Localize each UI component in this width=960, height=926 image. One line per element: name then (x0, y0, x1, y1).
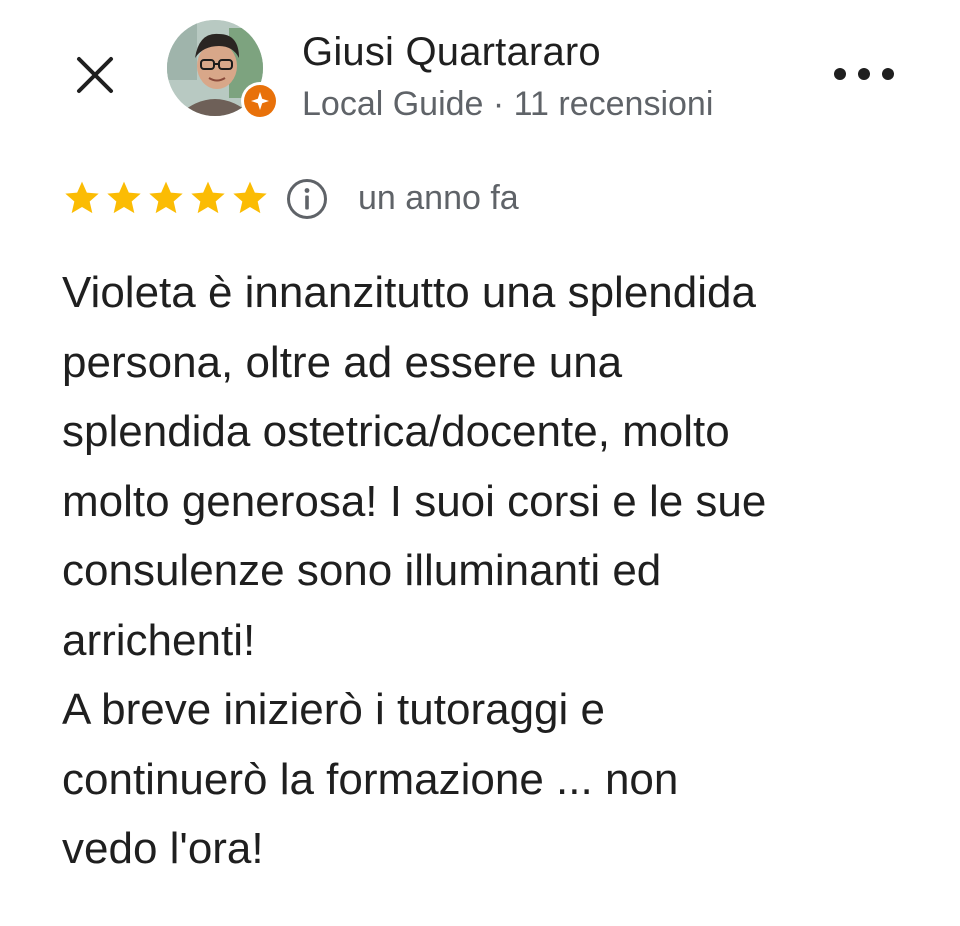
local-guide-badge (241, 82, 279, 120)
review-text-line: A breve inizierò i tutoraggi e (62, 685, 605, 734)
star-icon (149, 181, 183, 214)
close-icon (77, 57, 113, 93)
more-horiz-icon (834, 68, 846, 80)
review-text: Violeta è innanzitutto una splendida per… (62, 258, 932, 884)
review-text-line: consulenze sono illuminanti ed (62, 546, 662, 595)
review-text-line: vedo l'ora! (62, 824, 264, 873)
review-detail-page: Giusi Quartararo Local Guide · 11 recens… (0, 0, 960, 926)
review-text-line: molto generosa! I suoi corsi e le sue (62, 476, 767, 526)
author-avatar-container[interactable] (167, 20, 279, 120)
star-icon (191, 181, 225, 214)
review-text-line: continuerò la formazione ... non (62, 754, 679, 804)
review-date: un anno fa (358, 179, 519, 217)
close-button[interactable] (70, 50, 120, 100)
review-text-line: persona, oltre ad essere una (62, 337, 623, 387)
star-rating (62, 178, 270, 218)
info-icon[interactable] (285, 177, 329, 221)
more-horiz-icon-dot (858, 68, 870, 80)
star-icon (65, 181, 99, 214)
author-name[interactable]: Giusi Quartararo (302, 30, 601, 75)
review-text-line: splendida ostetrica/docente, molto (62, 407, 730, 456)
star-icon (233, 181, 267, 214)
local-guide-star-icon (251, 92, 269, 110)
review-text-line: Violeta è innanzitutto una splendida (62, 268, 756, 317)
star-icon (107, 181, 141, 214)
more-horiz-icon-dot (882, 68, 894, 80)
author-meta: Local Guide · 11 recensioni (302, 85, 714, 123)
more-options-button[interactable] (834, 58, 894, 90)
review-text-line: arrichenti! (62, 615, 256, 665)
